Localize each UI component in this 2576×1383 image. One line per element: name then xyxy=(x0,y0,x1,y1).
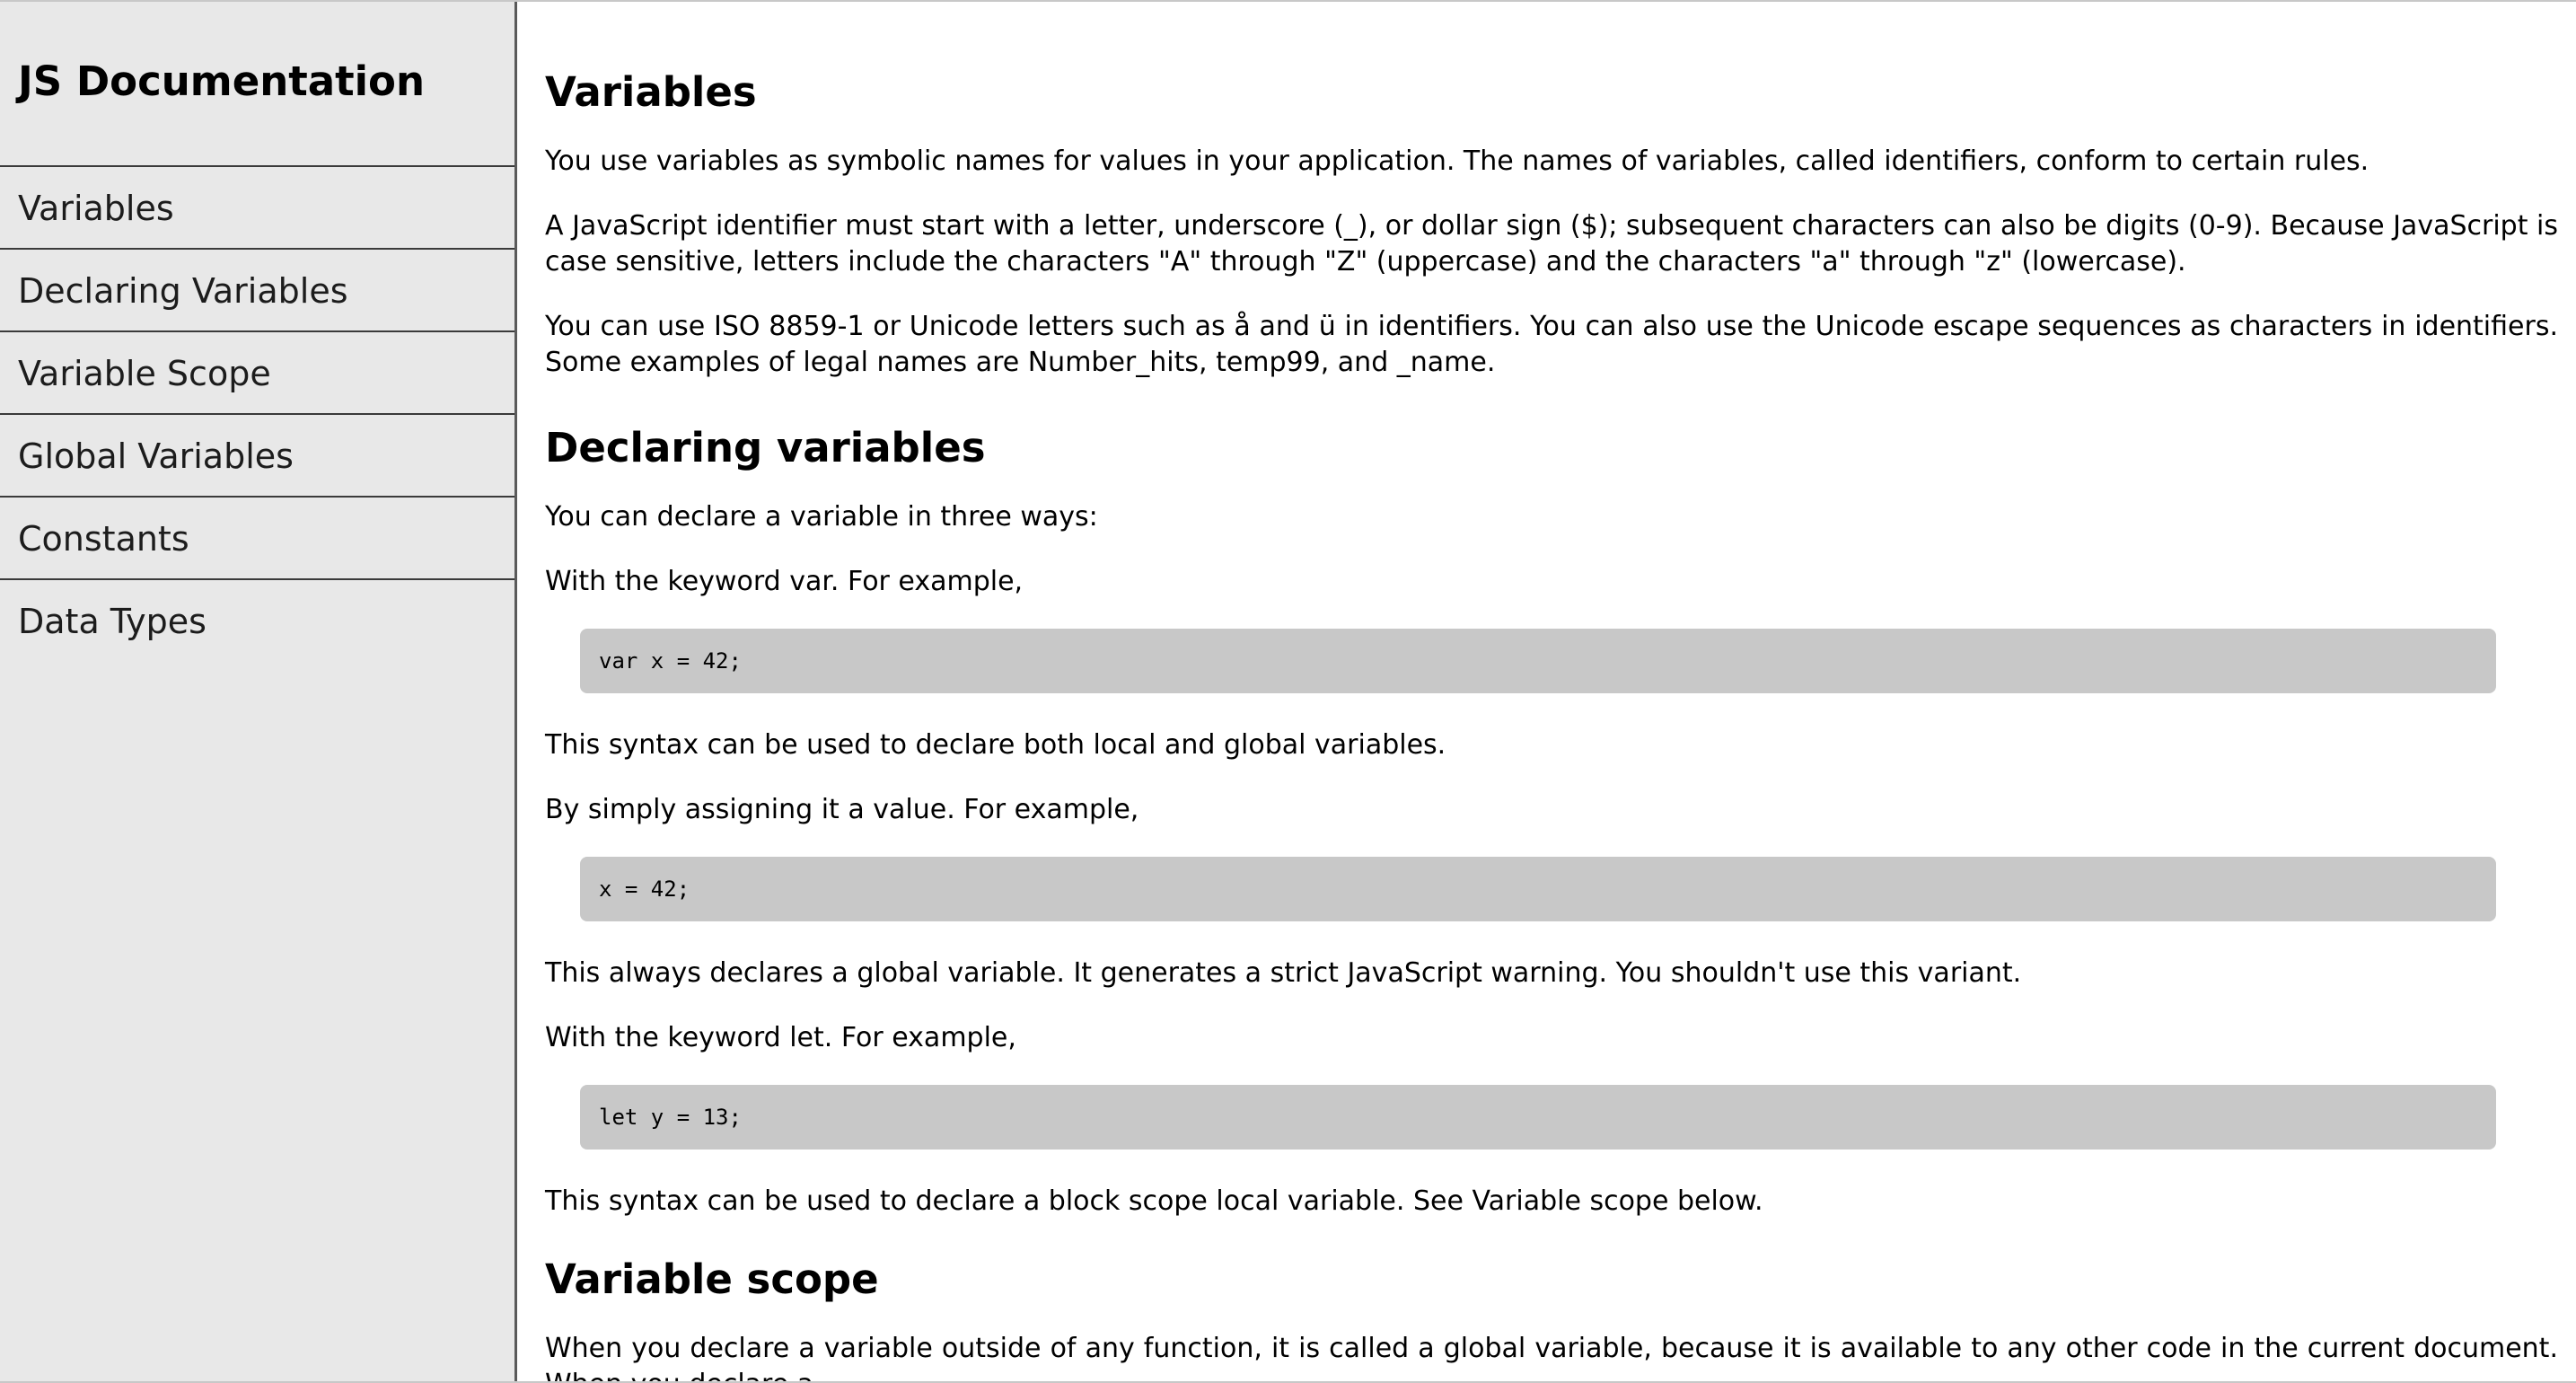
paragraph: This always declares a global variable. … xyxy=(545,957,2022,989)
sidebar-nav: JS Documentation Variables Declaring Var… xyxy=(0,2,517,1381)
nav-link-variable-scope[interactable]: Variable Scope xyxy=(0,332,514,413)
section-variables: Variables You use variables as symbolic … xyxy=(545,2,2558,381)
nav-link-constants[interactable]: Constants xyxy=(0,498,514,578)
paragraph: When you declare a variable outside of a… xyxy=(545,1333,2558,1381)
code-block: var x = 42; xyxy=(580,629,2496,693)
code-snippet: let y = 13; xyxy=(599,1105,742,1130)
nav-list-item: Global Variables xyxy=(0,415,514,498)
paragraph: You can declare a variable in three ways… xyxy=(545,501,1098,533)
section-heading: Variables xyxy=(545,68,757,116)
paragraph: This syntax can be used to declare both … xyxy=(545,729,1446,761)
nav-link-global-variables[interactable]: Global Variables xyxy=(0,415,514,496)
code-snippet: x = 42; xyxy=(599,876,690,902)
code-snippet: var x = 42; xyxy=(599,648,742,674)
main-doc: Variables You use variables as symbolic … xyxy=(520,2,2576,1381)
section-heading: Variable scope xyxy=(545,1255,879,1303)
nav-link-declaring-variables[interactable]: Declaring Variables xyxy=(0,250,514,330)
section-variable-scope: Variable scope When you declare a variab… xyxy=(545,1248,2558,1381)
paragraph: This syntax can be used to declare a blo… xyxy=(545,1185,1763,1217)
paragraph: With the keyword let. For example, xyxy=(545,1022,1016,1053)
nav-link-data-types[interactable]: Data Types xyxy=(0,580,514,663)
code-block: let y = 13; xyxy=(580,1085,2496,1150)
nav-title: JS Documentation xyxy=(0,2,514,167)
paragraph: With the keyword var. For example, xyxy=(545,566,1024,597)
section-heading: Declaring variables xyxy=(545,424,986,471)
section-declaring-variables: Declaring variables You can declare a va… xyxy=(545,410,2558,1220)
nav-list: Variables Declaring Variables Variable S… xyxy=(0,167,514,663)
nav-list-item: Data Types xyxy=(0,580,514,663)
paragraph: You can use ISO 8859-1 or Unicode letter… xyxy=(545,311,2558,378)
nav-list-item: Declaring Variables xyxy=(0,250,514,332)
nav-link-variables[interactable]: Variables xyxy=(0,167,514,248)
paragraph: You use variables as symbolic names for … xyxy=(545,145,2369,177)
page: JS Documentation Variables Declaring Var… xyxy=(0,0,2576,1383)
paragraph: By simply assigning it a value. For exam… xyxy=(545,794,1139,825)
nav-list-item: Variables xyxy=(0,167,514,250)
nav-list-item: Constants xyxy=(0,498,514,580)
nav-list-item: Variable Scope xyxy=(0,332,514,415)
paragraph: A JavaScript identifier must start with … xyxy=(545,210,2558,277)
code-block: x = 42; xyxy=(580,857,2496,921)
